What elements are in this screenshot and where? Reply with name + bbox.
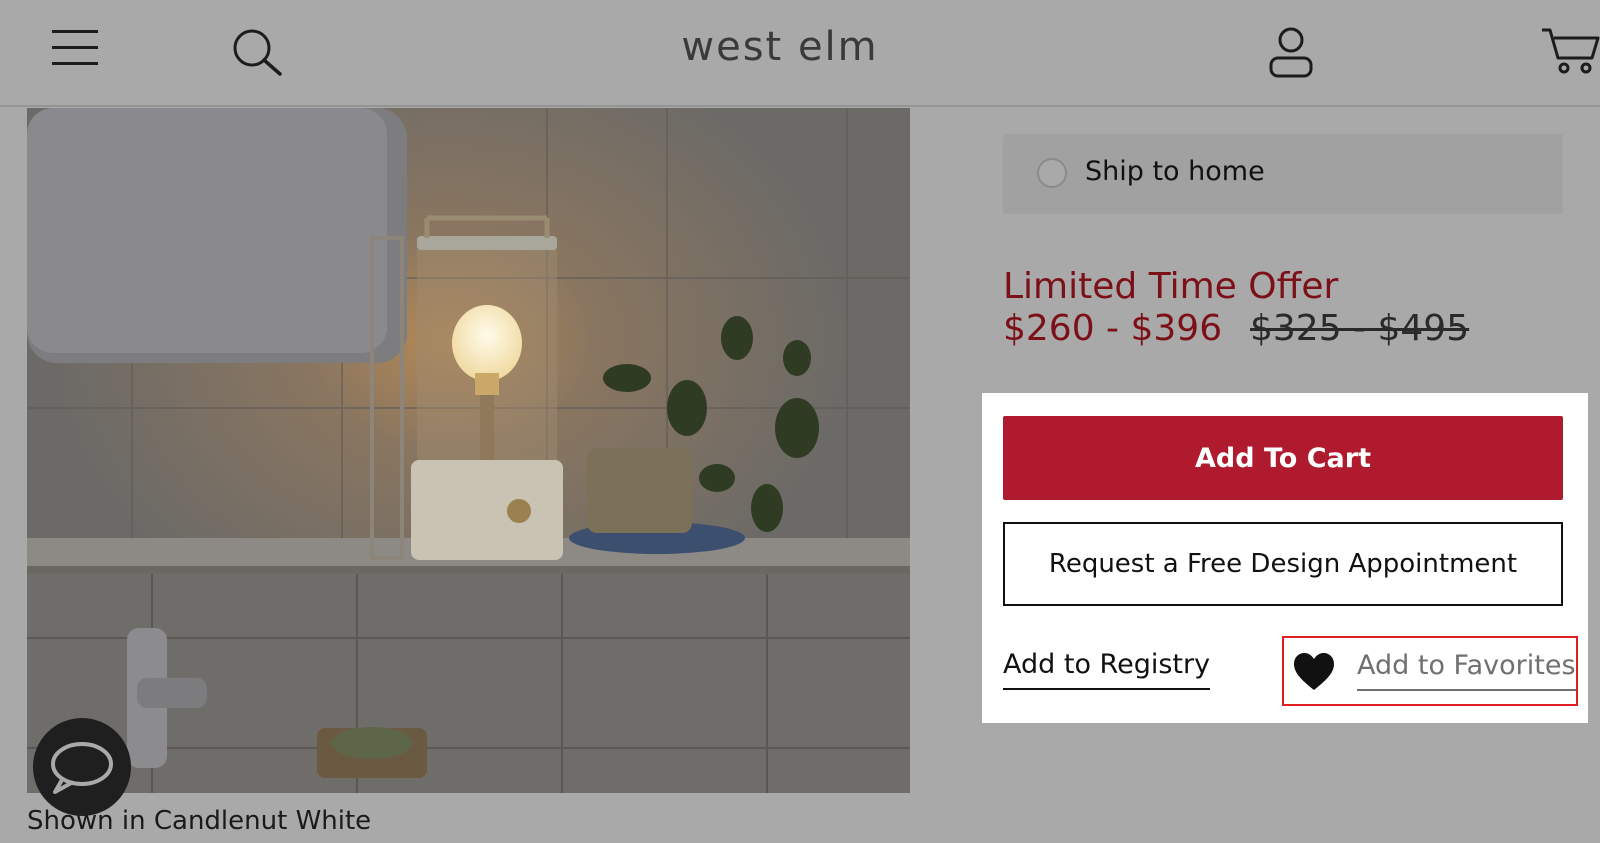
design-appointment-button[interactable]: Request a Free Design Appointment xyxy=(1003,522,1563,606)
chat-button[interactable] xyxy=(33,718,131,816)
add-to-favorites-button[interactable]: Add to Favorites xyxy=(1282,636,1578,706)
site-header: west elm xyxy=(0,0,1600,107)
sale-price: $260 - $396 xyxy=(1003,308,1223,349)
product-image[interactable] xyxy=(27,108,910,793)
account-icon[interactable] xyxy=(1268,26,1314,80)
lamp-photo xyxy=(27,108,910,793)
ship-to-home-radio[interactable] xyxy=(1037,158,1067,188)
add-to-cart-button[interactable]: Add To Cart xyxy=(1003,416,1563,500)
add-to-registry-link[interactable]: Add to Registry xyxy=(1003,649,1211,690)
ship-to-home-label: Ship to home xyxy=(1085,156,1265,187)
add-to-favorites-label: Add to Favorites xyxy=(1357,650,1576,691)
product-caption: Shown in Candlenut White xyxy=(27,806,372,836)
original-price: $325 - $495 xyxy=(1250,308,1470,349)
cart-icon[interactable] xyxy=(1540,26,1600,76)
limited-offer-label: Limited Time Offer xyxy=(1003,266,1339,307)
site-logo[interactable]: west elm xyxy=(560,24,1000,70)
ship-to-home-option[interactable]: Ship to home xyxy=(1003,134,1563,214)
action-panel: Add To Cart Request a Free Design Appoin… xyxy=(982,393,1588,723)
chat-bubble-icon xyxy=(51,742,113,794)
menu-icon[interactable] xyxy=(52,28,98,68)
heart-icon xyxy=(1294,653,1334,690)
search-icon[interactable] xyxy=(230,26,286,78)
